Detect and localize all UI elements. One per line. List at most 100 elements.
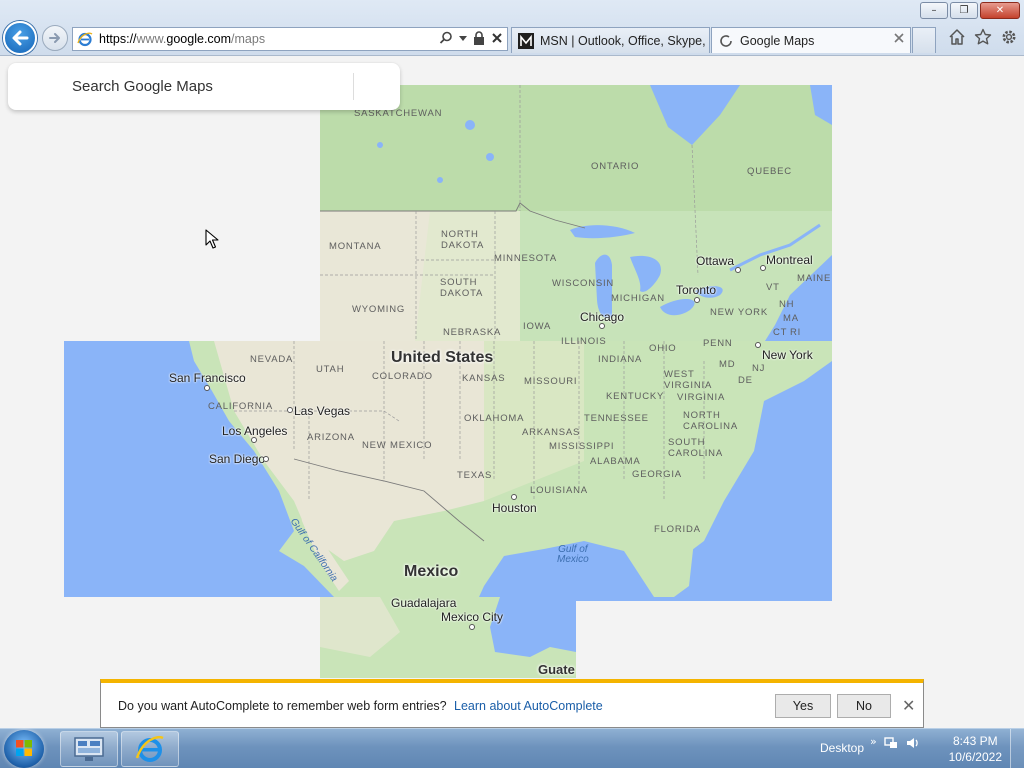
label-guatemala: Guate — [538, 662, 575, 677]
label-iowa: IOWA — [523, 321, 552, 332]
restore-button[interactable]: ❐ — [950, 2, 978, 19]
star-icon — [974, 28, 992, 45]
map-tile-caribbean[interactable] — [576, 597, 832, 601]
autocomplete-notification-bar: Do you want AutoComplete to remember web… — [100, 679, 924, 728]
address-bar[interactable]: https://www.google.com/maps — [72, 27, 508, 51]
marker-los-angeles — [251, 437, 257, 443]
start-button[interactable] — [4, 730, 44, 768]
label-minnesota: MINNESOTA — [494, 253, 557, 264]
maps-page[interactable]: SASKATCHEWAN ONTARIO QUEBEC MONTANA NORT… — [0, 57, 1024, 728]
label-colorado: COLORADO — [372, 371, 433, 382]
marker-mexico-city — [469, 624, 475, 630]
label-wisconsin: WISCONSIN — [552, 278, 615, 289]
label-new-york-state: NEW YORK — [710, 307, 768, 318]
home-icon — [949, 29, 965, 45]
marker-ottawa — [735, 267, 741, 273]
label-montana: MONTANA — [329, 241, 382, 252]
search-box[interactable]: Search Google Maps — [8, 63, 400, 110]
label-ri: RI — [790, 327, 802, 338]
system-tray: » — [870, 735, 921, 751]
stop-icon[interactable] — [491, 32, 503, 44]
tab-msn-label: MSN | Outlook, Office, Skype, ... — [540, 33, 710, 48]
label-new-mexico: NEW MEXICO — [362, 440, 433, 451]
desktop-toolbar-label[interactable]: Desktop — [820, 741, 864, 755]
marker-new-york-city — [755, 342, 761, 348]
label-arkansas: ARKANSAS — [522, 427, 581, 438]
close-notification-button[interactable]: ✕ — [902, 696, 915, 715]
label-north-dakota: NORTH DAKOTA — [441, 229, 485, 251]
close-window-button[interactable]: ✕ — [980, 2, 1020, 19]
label-utah: UTAH — [316, 364, 345, 375]
label-kansas: KANSAS — [462, 373, 506, 384]
loading-spinner-icon — [720, 34, 732, 47]
arrow-right-icon — [49, 33, 60, 43]
label-ma: MA — [783, 313, 799, 324]
chevron-up-icon[interactable]: » — [870, 735, 877, 751]
label-nebraska: NEBRASKA — [443, 327, 502, 338]
label-united-states: United States — [391, 349, 494, 366]
taskbar: Desktop » 8:43 PM 10/6/2022 — [0, 728, 1024, 768]
map-tile-north[interactable] — [320, 85, 832, 341]
label-tennessee: TENNESSEE — [584, 413, 649, 424]
ie-page-icon — [77, 32, 93, 47]
marker-montreal — [760, 265, 766, 271]
learn-autocomplete-link[interactable]: Learn about AutoComplete — [454, 699, 603, 713]
taskbar-internet-explorer[interactable] — [121, 731, 179, 767]
label-virginia: VIRGINIA — [677, 392, 726, 403]
command-icons — [948, 28, 1018, 46]
show-desktop-button[interactable] — [1010, 729, 1024, 768]
gear-icon — [1002, 30, 1016, 44]
yes-button[interactable]: Yes — [775, 694, 831, 718]
lock-icon[interactable] — [473, 31, 485, 45]
address-tools — [439, 31, 503, 45]
marker-chicago — [599, 323, 605, 329]
label-quebec: QUEBEC — [747, 166, 792, 177]
tab-msn[interactable]: MSN | Outlook, Office, Skype, ... — [511, 27, 710, 53]
search-input[interactable]: Search Google Maps — [72, 78, 213, 95]
label-san-francisco: San Francisco — [169, 371, 246, 385]
windows-logo-icon — [16, 740, 32, 756]
new-tab-button[interactable] — [912, 27, 936, 53]
marker-las-vegas — [287, 407, 293, 413]
label-nj: NJ — [752, 363, 766, 374]
tab-google-maps-label: Google Maps — [740, 33, 815, 48]
label-los-angeles: Los Angeles — [222, 424, 288, 438]
tools-button[interactable] — [1000, 28, 1018, 46]
back-button[interactable] — [3, 21, 37, 55]
label-ottawa: Ottawa — [696, 254, 735, 268]
label-georgia: GEORGIA — [632, 469, 682, 480]
network-icon[interactable] — [883, 735, 899, 751]
label-west-virginia: WEST VIRGINIA — [664, 369, 713, 391]
label-penn: PENN — [703, 338, 733, 349]
arrow-left-icon — [12, 30, 29, 46]
label-south-dakota: SOUTH DAKOTA — [440, 277, 484, 299]
volume-icon[interactable] — [905, 735, 921, 751]
clock[interactable]: 8:43 PM 10/6/2022 — [949, 733, 1002, 765]
home-button[interactable] — [948, 28, 966, 46]
label-louisiana: LOUISIANA — [530, 485, 588, 496]
label-texas: TEXAS — [457, 470, 493, 481]
chevron-down-icon[interactable] — [459, 34, 467, 42]
address-url: https://www.google.com/maps — [99, 32, 266, 46]
forward-button[interactable] — [42, 25, 68, 51]
window-controls: – ❐ ✕ — [920, 2, 1020, 19]
tab-google-maps[interactable]: Google Maps — [711, 27, 911, 53]
label-wyoming: WYOMING — [352, 304, 406, 315]
label-nevada: NEVADA — [250, 354, 294, 365]
label-new-york-city: New York — [762, 348, 813, 362]
label-md: MD — [719, 359, 736, 370]
close-tab-icon[interactable] — [894, 33, 904, 43]
minimize-button[interactable]: – — [920, 2, 948, 19]
no-button[interactable]: No — [837, 694, 891, 718]
label-ohio: OHIO — [649, 343, 677, 354]
browser-chrome: – ❐ ✕ https://www.google.com/maps MSN | … — [0, 0, 1024, 56]
taskbar-server-manager[interactable] — [60, 731, 118, 767]
label-ct: CT — [773, 327, 788, 338]
search-icon[interactable] — [439, 31, 453, 45]
marker-san-diego — [263, 456, 269, 462]
label-san-diego: San Diego — [209, 452, 266, 466]
favorites-button[interactable] — [974, 28, 992, 46]
label-vt: VT — [766, 282, 780, 293]
label-ontario: ONTARIO — [591, 161, 640, 172]
msn-icon — [518, 32, 534, 49]
